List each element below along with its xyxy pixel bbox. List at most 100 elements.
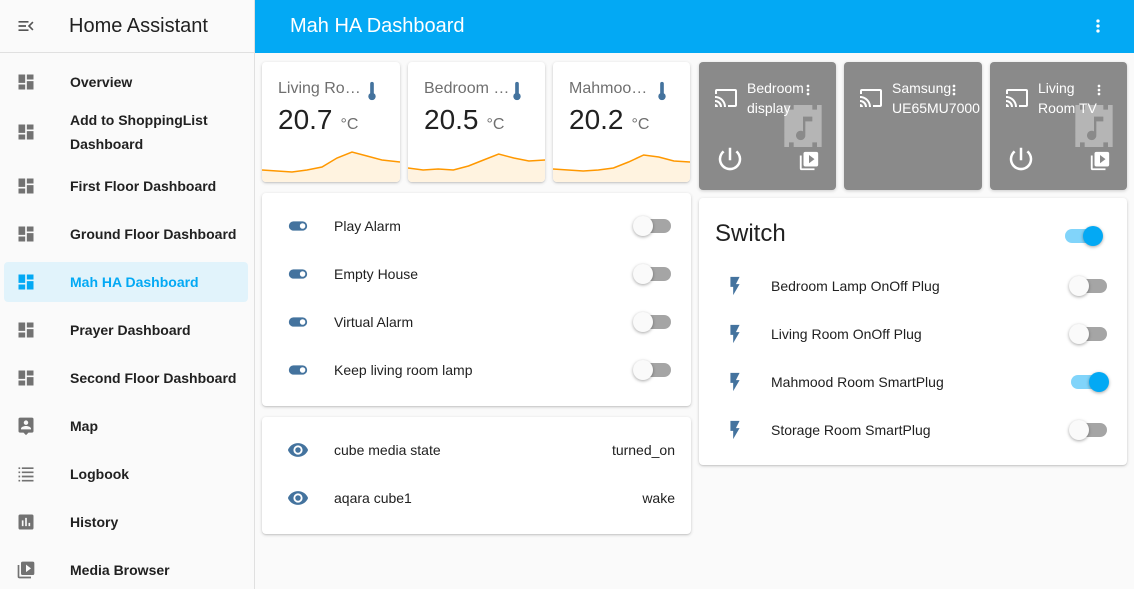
sidebar-item-label: Map (70, 418, 98, 434)
master-toggle[interactable] (1065, 226, 1103, 246)
switch-toggle[interactable] (1071, 372, 1109, 392)
sparkline-chart (262, 151, 400, 182)
sidebar-item-second-floor[interactable]: Second Floor Dashboard (4, 354, 248, 402)
sidebar-item-label: Second Floor Dashboard (70, 370, 237, 386)
automation-label: Empty House (334, 266, 419, 282)
dashboard-icon (18, 322, 34, 338)
logbook-icon (18, 467, 34, 482)
media-card-bedroom-display[interactable]: Bedroom display (699, 62, 836, 190)
dashboard-icon (18, 274, 34, 290)
automation-toggle[interactable] (633, 360, 671, 380)
list-item: Mahmood Room SmartPlug (699, 358, 1127, 406)
automation-label: Virtual Alarm (334, 314, 414, 330)
switch-card: Switch Bedroom Lamp OnOff Plug Living Ro… (699, 198, 1127, 465)
sensor-card-bedroom[interactable]: Bedroom … 20.5 °C (408, 62, 545, 182)
thermometer-icon (368, 81, 376, 101)
switch-label: Living Room OnOff Plug (771, 326, 922, 342)
sidebar-item-prayer[interactable]: Prayer Dashboard (4, 306, 248, 354)
switch-toggle[interactable] (1069, 324, 1107, 344)
switch-label: Storage Room SmartPlug (771, 422, 931, 438)
eye-icon (286, 486, 310, 510)
list-item: Keep living room lamp (262, 346, 691, 394)
sparkline-chart (408, 153, 545, 182)
entity-state: turned_on (611, 442, 675, 458)
sidebar-item-media-browser[interactable]: Media Browser (4, 546, 248, 589)
sensor-card-living-room[interactable]: Living Ro… 20.7 °C (262, 62, 400, 182)
entity-label: cube media state (334, 442, 441, 458)
sidebar-item-label: Media Browser (70, 562, 170, 578)
media-browser-icon (17, 561, 35, 579)
sidebar-item-logbook[interactable]: Logbook (4, 450, 248, 498)
sidebar-item-label: History (70, 514, 119, 530)
media-browse-icon[interactable] (798, 150, 820, 172)
map-icon (18, 417, 34, 436)
automation-label: Play Alarm (334, 218, 401, 234)
media-player-name: Samsung UE65MU7000 (892, 80, 980, 116)
dashboard-icon (18, 178, 34, 194)
eye-icon (286, 438, 310, 462)
sparkline-chart (553, 154, 690, 182)
page-title: Mah HA Dashboard (290, 15, 465, 37)
switch-label: Bedroom Lamp OnOff Plug (771, 278, 940, 294)
flash-icon (723, 274, 747, 298)
switch-toggle[interactable] (1069, 420, 1107, 440)
automation-toggle[interactable] (633, 312, 671, 332)
toggle-switch-icon (286, 214, 310, 238)
sidebar-header: Home Assistant (0, 0, 254, 53)
power-icon[interactable] (715, 144, 745, 174)
list-item[interactable]: cube media state turned_on (262, 426, 691, 474)
switch-toggle[interactable] (1069, 276, 1107, 296)
entity-label: aqara cube1 (334, 490, 412, 506)
flash-icon (723, 370, 747, 394)
sidebar-item-label: Mah HA Dashboard (70, 274, 199, 290)
more-vert-icon[interactable] (1088, 16, 1108, 36)
top-app-bar: Mah HA Dashboard (255, 0, 1134, 53)
more-vert-icon[interactable] (946, 80, 962, 100)
media-card-living-room-tv[interactable]: Living Room TV (990, 62, 1127, 190)
list-item: Living Room OnOff Plug (699, 310, 1127, 358)
sidebar-item-ground-floor[interactable]: Ground Floor Dashboard (4, 210, 248, 258)
sidebar-item-history[interactable]: History (4, 498, 248, 546)
sensor-name: Mahmoo… (569, 80, 648, 97)
toggle-switch-icon (286, 358, 310, 382)
cast-icon (860, 89, 882, 107)
dashboard-icon (18, 124, 34, 140)
more-vert-icon[interactable] (800, 80, 816, 100)
sensor-value: 20.7 °C (278, 104, 359, 135)
list-item: Bedroom Lamp OnOff Plug (699, 262, 1127, 310)
sidebar-item-label: Add to ShoppingList Dashboard (70, 112, 208, 152)
sidebar-item-mah-ha[interactable]: Mah HA Dashboard (4, 262, 248, 302)
automation-label: Keep living room lamp (334, 362, 473, 378)
sensor-name: Bedroom … (424, 80, 510, 97)
app-title: Home Assistant (69, 14, 208, 37)
states-card: cube media state turned_on aqara cube1 w… (262, 417, 691, 534)
cast-icon (715, 89, 737, 107)
automation-toggle[interactable] (633, 264, 671, 284)
sensor-card-mahmood-room[interactable]: Mahmoo… 20.2 °C (553, 62, 690, 182)
toggle-switch-icon (286, 310, 310, 334)
sensor-value: 20.2 °C (569, 104, 650, 135)
sidebar-item-first-floor[interactable]: First Floor Dashboard (4, 162, 248, 210)
sensor-value: 20.5 °C (424, 104, 505, 135)
sidebar-item-shoppinglist[interactable]: Add to ShoppingList Dashboard (4, 108, 248, 156)
thermometer-icon (513, 81, 521, 101)
dashboard-icon (18, 370, 34, 386)
list-item: Empty House (262, 250, 691, 298)
sidebar-item-label: First Floor Dashboard (70, 178, 217, 194)
sidebar-item-map[interactable]: Map (4, 402, 248, 450)
automation-toggle[interactable] (633, 216, 671, 236)
media-browse-icon[interactable] (1089, 150, 1111, 172)
sidebar-item-overview[interactable]: Overview (4, 58, 248, 106)
list-item: Storage Room SmartPlug (699, 406, 1127, 454)
sidebar-item-label: Overview (70, 74, 133, 90)
more-vert-icon[interactable] (1091, 80, 1107, 100)
media-card-samsung-tv[interactable]: Samsung UE65MU7000 (844, 62, 982, 190)
dashboard-icon (18, 74, 34, 90)
sensor-name: Living Ro… (278, 80, 361, 97)
list-item: Play Alarm (262, 202, 691, 250)
menu-collapse-icon[interactable] (0, 16, 52, 36)
switch-label: Mahmood Room SmartPlug (771, 374, 944, 390)
power-icon[interactable] (1006, 144, 1036, 174)
list-item[interactable]: aqara cube1 wake (262, 474, 691, 522)
list-item: Virtual Alarm (262, 298, 691, 346)
